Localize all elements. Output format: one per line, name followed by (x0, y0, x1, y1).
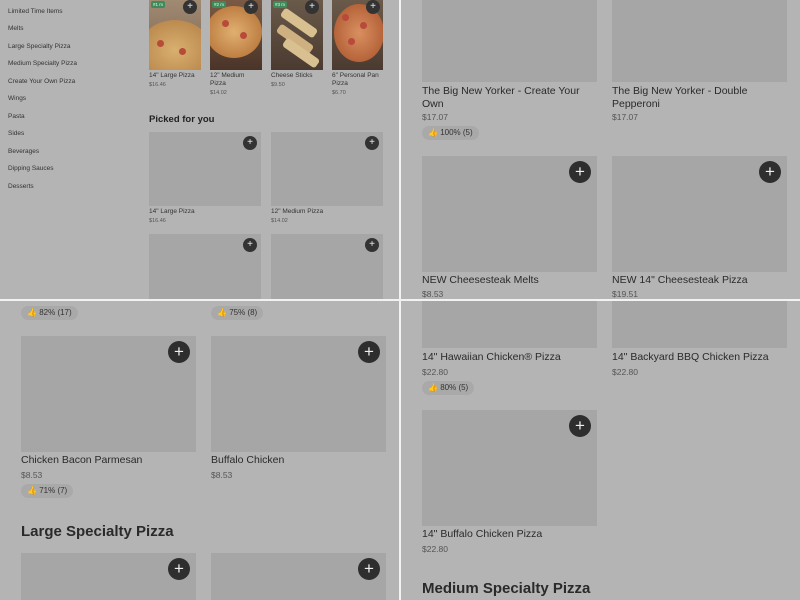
add-button[interactable]: + (243, 136, 257, 150)
add-button[interactable]: + (759, 161, 781, 183)
item-name: 14" Large Pizza (149, 72, 195, 79)
menu-zoom-panel: The Big New Yorker - Create Your Own $17… (401, 0, 800, 299)
item-price: $16.46 (149, 82, 166, 88)
thumbs-up-icon: 👍 (428, 383, 438, 392)
add-button[interactable]: + (168, 341, 190, 363)
item-name: 12" Medium Pizza (210, 72, 245, 87)
item-price: $8.53 (422, 289, 444, 299)
rank-badge: #3 m (273, 1, 288, 8)
section-title-picked-for-you: Picked for you (149, 114, 215, 125)
item-price: $22.80 (612, 367, 638, 377)
item-price: $8.53 (21, 470, 43, 480)
category-pasta[interactable]: Pasta (8, 113, 25, 120)
item-price: $22.80 (422, 367, 448, 377)
item-name: 6" Personal Pan Pizza (332, 72, 379, 87)
add-button[interactable]: + (168, 558, 190, 580)
add-button[interactable]: + (569, 415, 591, 437)
add-button[interactable]: + (183, 0, 197, 14)
item-price: $14.02 (271, 218, 288, 224)
category-wings[interactable]: Wings (8, 95, 26, 102)
add-button[interactable]: + (569, 161, 591, 183)
add-button[interactable]: + (366, 0, 380, 14)
rank-badge: #1 m (151, 1, 166, 8)
item-card[interactable] (422, 0, 597, 82)
section-title-large-specialty-pizza: Large Specialty Pizza (21, 523, 174, 540)
item-card[interactable] (211, 553, 386, 600)
menu-overview-panel: Limited Time Items Melts Large Specialty… (0, 0, 399, 299)
item-name: 14" Buffalo Chicken Pizza (422, 528, 543, 540)
thumbs-up-icon: 👍 (217, 308, 227, 317)
category-sides[interactable]: Sides (8, 130, 24, 137)
item-name: Cheese Sticks (271, 72, 313, 79)
menu-zoom-panel: 14" Hawaiian Chicken® Pizza $22.80 👍 80%… (401, 301, 800, 600)
item-name: 14" Hawaiian Chicken® Pizza (422, 351, 561, 363)
item-name: 14" Backyard BBQ Chicken Pizza (612, 351, 769, 363)
item-price: $8.53 (211, 470, 233, 480)
menu-zoom-panel: 👍 82% (17) 👍 75% (8) + + Chicken Bacon P… (0, 301, 399, 600)
item-price: $22.80 (422, 544, 448, 554)
rating-badge: 👍 71% (7) (21, 484, 74, 498)
item-name: The Big New Yorker - Create Your Own (422, 85, 580, 110)
add-button[interactable]: + (365, 136, 379, 150)
rating-badge: 👍 82% (17) (21, 306, 78, 320)
category-large-specialty-pizza[interactable]: Large Specialty Pizza (8, 43, 71, 50)
category-melts[interactable]: Melts (8, 25, 24, 32)
thumbs-up-icon: 👍 (27, 486, 37, 495)
item-price: $17.07 (422, 112, 448, 122)
category-limited-time-items[interactable]: Limited Time Items (8, 8, 63, 15)
item-name: The Big New Yorker - Double Pepperoni (612, 85, 748, 110)
add-button[interactable]: + (305, 0, 319, 14)
thumbs-up-icon: 👍 (27, 308, 37, 317)
item-name: NEW Cheesesteak Melts (422, 274, 539, 286)
add-button[interactable]: + (358, 558, 380, 580)
item-price: $19.51 (612, 289, 638, 299)
rank-badge: #2 m (212, 1, 227, 8)
item-name: NEW 14" Cheesesteak Pizza (612, 274, 748, 286)
category-create-your-own-pizza[interactable]: Create Your Own Pizza (8, 78, 75, 85)
category-desserts[interactable]: Desserts (8, 183, 34, 190)
item-price: $16.46 (149, 218, 166, 224)
category-beverages[interactable]: Beverages (8, 148, 39, 155)
rating-badge: 👍 75% (8) (211, 306, 264, 320)
item-name: 14" Large Pizza (149, 208, 195, 215)
item-price: $6.70 (332, 90, 346, 96)
item-card[interactable] (612, 0, 787, 82)
item-name: Buffalo Chicken (211, 454, 285, 466)
rating-badge: 👍 100% (5) (422, 126, 479, 140)
quadrant-divider-horizontal (0, 299, 800, 301)
item-name: Chicken Bacon Parmesan (21, 454, 143, 466)
rating-badge: 👍 80% (5) (422, 381, 475, 395)
item-price: $17.07 (612, 112, 638, 122)
add-button[interactable]: + (365, 238, 379, 252)
category-dipping-sauces[interactable]: Dipping Sauces (8, 165, 54, 172)
section-title-medium-specialty-pizza: Medium Specialty Pizza (422, 580, 591, 597)
add-button[interactable]: + (243, 238, 257, 252)
item-name: 12" Medium Pizza (271, 208, 324, 215)
item-card[interactable] (612, 301, 787, 348)
thumbs-up-icon: 👍 (428, 128, 438, 137)
item-card[interactable] (422, 301, 597, 348)
add-button[interactable]: + (358, 341, 380, 363)
item-price: $14.02 (210, 90, 227, 96)
item-card[interactable] (21, 553, 196, 600)
category-medium-specialty-pizza[interactable]: Medium Specialty Pizza (8, 60, 77, 67)
add-button[interactable]: + (244, 0, 258, 14)
item-price: $9.50 (271, 82, 285, 88)
